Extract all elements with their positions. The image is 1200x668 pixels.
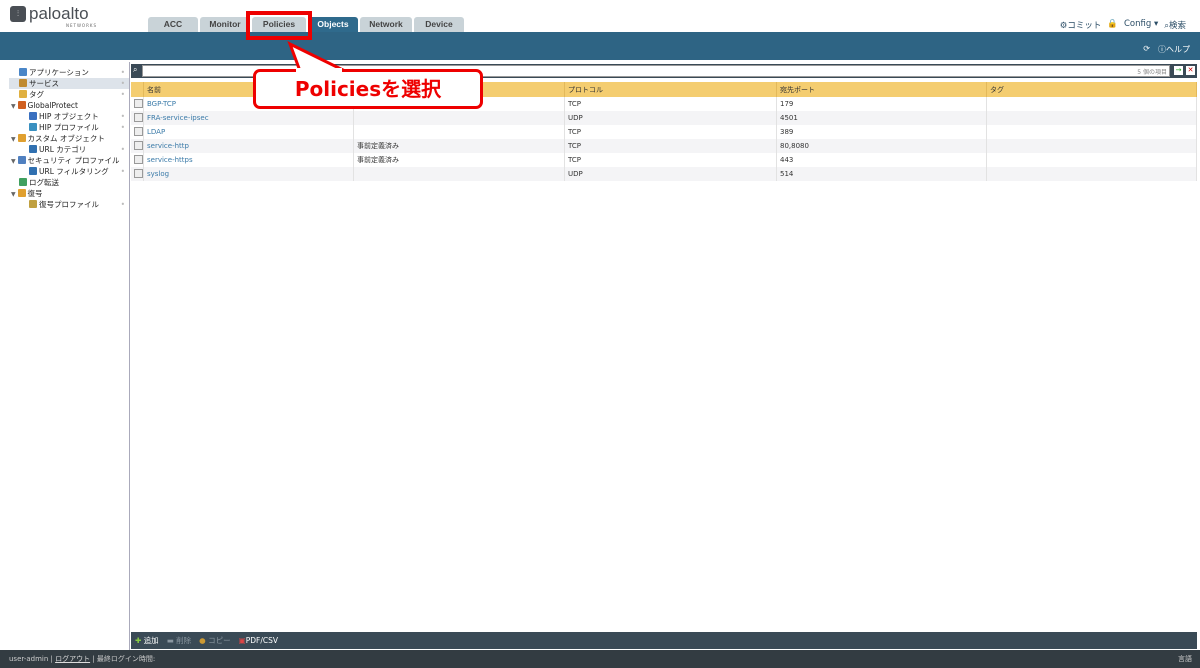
dot-icon: • bbox=[120, 145, 125, 154]
port-cell: 514 bbox=[776, 167, 987, 181]
sidebar-item[interactable]: ▼ 復号 bbox=[9, 188, 129, 199]
sidebar-item-icon bbox=[29, 145, 37, 153]
row-checkbox[interactable] bbox=[134, 168, 143, 178]
table-row[interactable]: syslog UDP 514 bbox=[131, 167, 1197, 181]
last-login: 最終ログイン時間: bbox=[96, 655, 156, 663]
location-cell: 事前定義済み bbox=[353, 153, 565, 167]
add-button[interactable]: ✚ 追加 bbox=[135, 635, 159, 646]
location-cell bbox=[353, 125, 565, 139]
sidebar-item-icon bbox=[19, 178, 27, 186]
sidebar-item-icon bbox=[29, 167, 37, 175]
language-button[interactable]: 言語 bbox=[1178, 650, 1192, 668]
port-cell: 443 bbox=[776, 153, 987, 167]
table-row[interactable]: service-https 事前定義済み TCP 443 bbox=[131, 153, 1197, 167]
table-row[interactable]: LDAP TCP 389 bbox=[131, 125, 1197, 139]
service-name-link[interactable]: syslog bbox=[147, 170, 169, 178]
row-checkbox[interactable] bbox=[134, 126, 143, 136]
bottom-toolbar: ✚ 追加 ▬ 削除 ● コピー ▣PDF/CSV bbox=[131, 632, 1197, 649]
expand-arrow-icon[interactable]: ▼ bbox=[11, 191, 18, 198]
minus-icon: ▬ bbox=[166, 636, 174, 645]
copy-icon: ● bbox=[199, 636, 206, 645]
protocol-cell: TCP bbox=[564, 125, 777, 139]
logout-link[interactable]: ログアウト bbox=[55, 655, 90, 663]
plus-icon: ✚ bbox=[135, 636, 142, 645]
service-name-link[interactable]: service-http bbox=[147, 142, 189, 150]
status-bar: user-admin | ログアウト | 最終ログイン時間: 言語 bbox=[0, 650, 1200, 668]
sidebar-item[interactable]: HIP プロファイル • bbox=[9, 122, 129, 133]
sidebar-item[interactable]: ▼ カスタム オブジェクト bbox=[9, 133, 129, 144]
expand-arrow-icon[interactable]: ▼ bbox=[11, 158, 18, 165]
sidebar-item-icon bbox=[17, 134, 26, 142]
sidebar-item[interactable]: ▼ セキュリティ プロファイル bbox=[9, 155, 129, 166]
copy-button[interactable]: ● コピー bbox=[199, 635, 230, 646]
tag-cell bbox=[986, 153, 1197, 167]
tag-cell bbox=[986, 139, 1197, 153]
tag-cell bbox=[986, 167, 1197, 181]
service-name-link[interactable]: service-https bbox=[147, 156, 193, 164]
username: user-admin bbox=[9, 655, 49, 663]
services-panel: ⌕ 5 個の項目 → ✕ 名前 プロトコル 宛先ポート タグ BGP-TCP T… bbox=[131, 62, 1197, 632]
expand-arrow-icon[interactable]: ▼ bbox=[11, 136, 18, 143]
sidebar-item[interactable]: URL フィルタリング • bbox=[9, 166, 129, 177]
tag-cell bbox=[986, 125, 1197, 139]
location-cell: 事前定義済み bbox=[353, 139, 565, 153]
dot-icon: • bbox=[120, 123, 125, 132]
row-checkbox[interactable] bbox=[134, 154, 143, 164]
location-cell bbox=[353, 167, 565, 181]
delete-button[interactable]: ▬ 削除 bbox=[167, 635, 191, 646]
service-name-link[interactable]: LDAP bbox=[147, 128, 165, 136]
protocol-cell: UDP bbox=[564, 167, 777, 181]
sidebar-item-icon bbox=[29, 200, 37, 208]
sidebar-item-icon bbox=[17, 189, 26, 197]
protocol-cell: TCP bbox=[564, 153, 777, 167]
port-cell: 80,8080 bbox=[776, 139, 987, 153]
sidebar-item-icon bbox=[29, 123, 37, 131]
port-cell: 389 bbox=[776, 125, 987, 139]
pdf-icon: ▣ bbox=[238, 636, 246, 645]
sidebar-tree: アプリケーション • サービス • タグ • ▼ GlobalProtect HIP オブジェ… bbox=[9, 62, 130, 650]
dot-icon: • bbox=[120, 200, 125, 209]
pdf-csv-button[interactable]: ▣PDF/CSV bbox=[239, 636, 278, 645]
table-row[interactable]: service-http 事前定義済み TCP 80,8080 bbox=[131, 139, 1197, 153]
protocol-cell: TCP bbox=[564, 139, 777, 153]
sidebar-item-icon bbox=[17, 156, 26, 164]
row-checkbox[interactable] bbox=[134, 140, 143, 150]
sidebar-item[interactable]: 復号プロファイル • bbox=[9, 199, 129, 210]
sidebar-item[interactable]: URL カテゴリ • bbox=[9, 144, 129, 155]
sidebar-item[interactable]: ログ転送 bbox=[9, 177, 129, 188]
dot-icon: • bbox=[120, 167, 125, 176]
